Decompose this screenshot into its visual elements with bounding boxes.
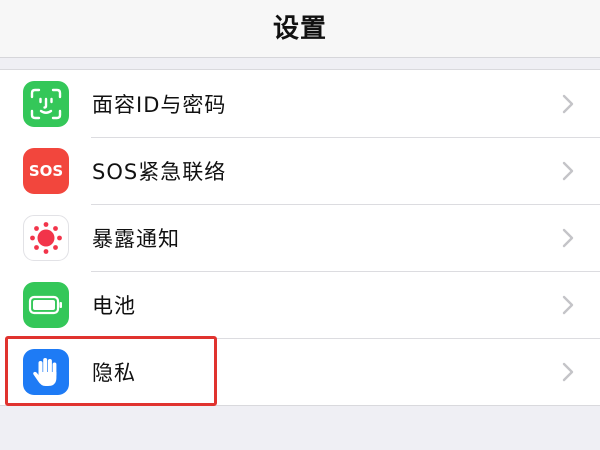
sos-icon: SOS bbox=[23, 148, 69, 194]
settings-item-face-id[interactable]: 面容ID与密码 bbox=[0, 70, 600, 137]
exposure-notification-icon bbox=[23, 215, 69, 261]
settings-item-label: 隐私 bbox=[92, 360, 136, 385]
sos-icon-text: SOS bbox=[28, 162, 64, 180]
settings-item-label: 面容ID与密码 bbox=[92, 92, 227, 117]
settings-list: 面容ID与密码 SOS SOS紧急联络 暴露通知 电池 隐私 bbox=[0, 69, 600, 406]
settings-item-label: SOS紧急联络 bbox=[92, 159, 227, 184]
chevron-right-icon bbox=[562, 228, 574, 248]
chevron-right-icon bbox=[562, 161, 574, 181]
privacy-hand-icon bbox=[23, 349, 69, 395]
page-title: 设置 bbox=[272, 14, 327, 44]
settings-item-privacy[interactable]: 隐私 bbox=[0, 338, 600, 405]
settings-item-battery[interactable]: 电池 bbox=[0, 271, 600, 338]
settings-item-emergency-sos[interactable]: SOS SOS紧急联络 bbox=[0, 137, 600, 204]
face-id-icon bbox=[23, 81, 69, 127]
chevron-right-icon bbox=[562, 362, 574, 382]
settings-item-label: 电池 bbox=[92, 293, 136, 318]
settings-item-label: 暴露通知 bbox=[92, 226, 180, 251]
chevron-right-icon bbox=[562, 94, 574, 114]
chevron-right-icon bbox=[562, 295, 574, 315]
navigation-bar: 设置 bbox=[0, 0, 600, 58]
battery-icon bbox=[23, 282, 69, 328]
settings-item-exposure-notification[interactable]: 暴露通知 bbox=[0, 204, 600, 271]
